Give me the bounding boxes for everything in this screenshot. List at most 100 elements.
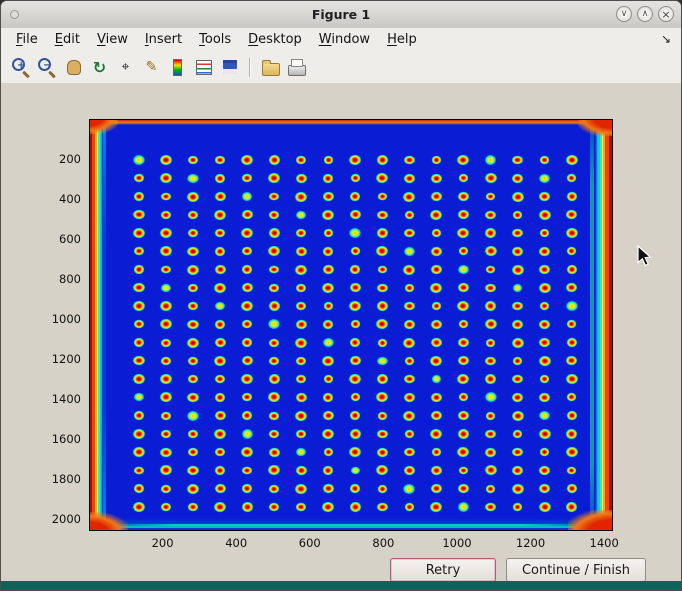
heat-spot: [214, 173, 226, 184]
heat-spot: [214, 228, 225, 238]
heat-spot: [214, 374, 225, 384]
heat-spot: [484, 227, 497, 238]
window-controls: ∨ ∧ ×: [616, 6, 674, 22]
heat-spot: [348, 446, 362, 458]
heat-spot: [403, 465, 416, 476]
heat-spot: [511, 337, 525, 349]
heat-spot: [430, 173, 442, 184]
heat-spot: [511, 374, 523, 385]
heat-spot: [295, 210, 306, 220]
heat-spot: [349, 282, 362, 293]
heat-spot: [349, 355, 362, 366]
titlebar[interactable]: Figure 1 ∨ ∧ ×: [1, 1, 681, 29]
heat-spot: [565, 501, 578, 512]
save-icon[interactable]: [218, 56, 241, 79]
zoom-in-icon[interactable]: +: [10, 56, 33, 79]
heat-spot: [133, 410, 145, 421]
heat-spot: [295, 356, 306, 366]
heat-spot: [241, 173, 252, 183]
x-tick-label: 600: [292, 536, 328, 550]
insert-legend-icon[interactable]: [192, 56, 215, 79]
heat-spot: [566, 410, 578, 421]
continue-finish-button[interactable]: Continue / Finish: [506, 558, 646, 582]
menu-edit[interactable]: Edit: [48, 30, 87, 49]
heat-spot: [240, 300, 254, 312]
menu-view[interactable]: View: [90, 30, 135, 49]
heat-spot: [538, 191, 551, 202]
heat-spot: [539, 301, 550, 311]
heat-spot: [403, 374, 415, 385]
heat-spot: [187, 301, 199, 312]
menu-desktop[interactable]: Desktop: [241, 30, 309, 49]
heat-spot: [160, 283, 172, 294]
insert-colorbar-icon[interactable]: [166, 56, 189, 79]
heat-spot: [566, 337, 578, 348]
heat-spot: [430, 191, 443, 202]
dock-figure-icon[interactable]: ↘: [661, 32, 671, 46]
figure-canvas: 200400600800100012001400160018002000 200…: [1, 83, 681, 583]
image-left-inner-glow: [103, 126, 106, 524]
heat-spot: [241, 337, 253, 348]
print-icon[interactable]: [285, 56, 308, 79]
heat-spot: [187, 356, 198, 366]
heat-spot: [457, 410, 469, 421]
heat-spot: [133, 319, 144, 329]
heat-spot: [512, 210, 523, 220]
heat-spot: [375, 391, 389, 403]
heat-spot: [159, 300, 172, 311]
menu-file[interactable]: File: [9, 30, 45, 49]
zoom-out-icon[interactable]: −: [36, 56, 59, 79]
heat-spot: [512, 429, 523, 439]
heat-spot: [539, 374, 550, 384]
heat-spot: [404, 356, 415, 366]
heat-spot: [511, 264, 525, 276]
heat-spot: [267, 391, 281, 403]
heat-spot: [187, 155, 199, 166]
pan-hand-icon[interactable]: [62, 56, 85, 79]
close-button[interactable]: ×: [658, 6, 674, 22]
heat-spot: [295, 246, 308, 257]
y-tick-label: 1800: [39, 472, 81, 486]
menu-help[interactable]: Help: [380, 30, 424, 49]
heat-spot: [295, 283, 306, 293]
heat-spot: [160, 411, 171, 421]
heat-spot: [350, 466, 361, 476]
heat-spot: [403, 173, 416, 184]
menu-window[interactable]: Window: [312, 30, 377, 49]
y-tick-label: 600: [39, 232, 81, 246]
heat-spot: [511, 228, 523, 239]
heat-spot: [538, 319, 550, 330]
heat-spot: [458, 466, 469, 476]
minimize-button[interactable]: ∨: [616, 6, 632, 22]
menu-insert[interactable]: Insert: [138, 30, 189, 49]
heat-spot: [187, 447, 199, 458]
rotate-3d-icon[interactable]: ↻: [88, 56, 111, 79]
heat-spot: [429, 355, 443, 367]
heat-spot: [321, 282, 335, 294]
brush-icon[interactable]: ✎: [140, 56, 163, 79]
heat-spot: [295, 173, 308, 184]
maximize-button[interactable]: ∧: [637, 6, 653, 22]
heat-spot: [484, 154, 497, 165]
heat-spot: [457, 191, 469, 202]
open-folder-icon[interactable]: [259, 56, 282, 79]
heat-spot: [484, 318, 498, 330]
heat-spot: [214, 410, 227, 421]
heat-spot: [214, 155, 225, 165]
y-tick-label: 1400: [39, 392, 81, 406]
heat-spot: [403, 246, 416, 257]
heat-spot: [295, 319, 308, 330]
heat-spot: [512, 356, 523, 366]
heat-spot: [377, 411, 388, 421]
heat-spot: [160, 356, 172, 367]
data-cursor-icon[interactable]: ⌖: [114, 56, 137, 79]
heat-spot: [349, 410, 361, 421]
heat-spot: [348, 373, 362, 385]
menu-tools[interactable]: Tools: [192, 30, 238, 49]
retry-button[interactable]: Retry: [390, 558, 496, 582]
heat-spot: [133, 337, 145, 348]
heat-spot: [376, 429, 388, 440]
heat-spot: [214, 319, 226, 330]
toolbar: +− ↻⌖✎: [1, 51, 681, 84]
heat-spot: [187, 502, 198, 512]
